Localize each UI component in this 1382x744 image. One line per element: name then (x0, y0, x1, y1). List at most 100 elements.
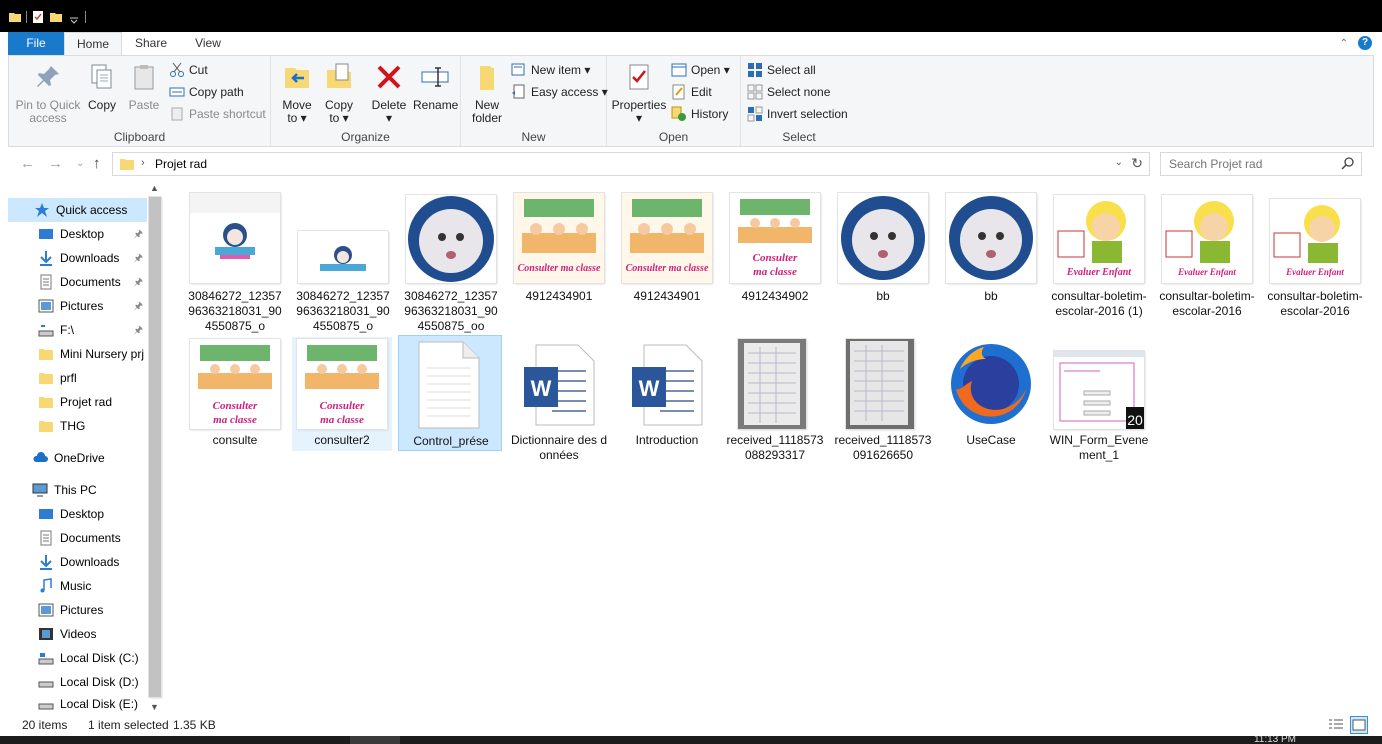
nav-pc-disk-c[interactable]: Local Disk (C:) (8, 646, 147, 670)
file-item[interactable]: 30846272_1235796363218031_904550875_o (185, 187, 285, 337)
file-item[interactable]: Evaluer Enfant consultar-boletim-escolar… (1265, 187, 1365, 337)
file-item-selected[interactable]: Control_prése (398, 335, 502, 451)
nav-qa-documents[interactable]: Documents 🖈 (8, 270, 147, 294)
forward-arrow-icon[interactable]: → (48, 155, 63, 172)
up-arrow-icon[interactable]: ↑ (93, 155, 101, 172)
nav-scrollbar[interactable]: ▲ ▼ (147, 181, 163, 714)
taskbar-active-app[interactable] (350, 736, 400, 744)
folder-icon (39, 397, 53, 408)
nav-qa-downloads[interactable]: Downloads 🖈 (8, 246, 147, 270)
baby-face-thumbnail (946, 193, 1036, 283)
nav-onedrive[interactable]: OneDrive (8, 446, 147, 470)
collapse-ribbon-icon[interactable]: ⌃ (1340, 38, 1348, 49)
file-item[interactable]: Consulter ma classe consulter2 (292, 337, 392, 451)
nav-pc-downloads[interactable]: Downloads (8, 550, 147, 574)
file-item[interactable]: Evaluer Enfant consultar-boletim-escolar… (1157, 187, 1257, 337)
file-item[interactable]: Consulter ma classe consulte (185, 337, 285, 447)
search-box[interactable] (1160, 152, 1362, 176)
pin-icon[interactable]: 🖈 (134, 323, 143, 340)
large-icons-view-icon[interactable] (1350, 716, 1368, 734)
nav-qa-desktop[interactable]: Desktop 🖈 (8, 222, 147, 246)
tab-view[interactable]: View (180, 32, 236, 55)
customize-qat-icon[interactable] (67, 10, 81, 24)
select-all-button[interactable]: Select all (747, 60, 816, 80)
rename-button[interactable]: Rename (413, 60, 458, 112)
back-arrow-icon[interactable]: ← (20, 155, 35, 172)
pin-icon[interactable]: 🖈 (134, 227, 143, 244)
recent-dropdown-icon[interactable]: ⌄ (76, 158, 84, 169)
tab-file[interactable]: File (8, 32, 64, 55)
help-icon[interactable]: ? (1358, 36, 1372, 50)
tab-share[interactable]: Share (122, 32, 180, 55)
file-thumbnail (846, 339, 914, 429)
move-to-button[interactable]: Move to ▾ (277, 60, 317, 125)
file-item[interactable]: Evaluer Enfant consultar-boletim-escolar… (1049, 187, 1149, 337)
new-item-button[interactable]: New item ▾ (511, 60, 590, 80)
nav-qa-thg[interactable]: THG (8, 414, 147, 438)
nav-pc-videos[interactable]: Videos (8, 622, 147, 646)
copy-path-button[interactable]: Copy path (169, 82, 244, 102)
nav-pc-music[interactable]: Music (8, 574, 147, 598)
folder-icon (39, 349, 53, 360)
nav-pc-disk-d[interactable]: Local Disk (D:) (8, 670, 147, 694)
nav-qa-prfl[interactable]: prfl (8, 366, 147, 390)
edit-button[interactable]: Edit (671, 82, 712, 102)
file-item[interactable]: Consulter ma classe 4912434902 (725, 187, 825, 337)
baby-logo-thumbnail (190, 193, 280, 283)
file-item[interactable]: W Introduction (617, 337, 717, 447)
nav-this-pc[interactable]: This PC (8, 478, 147, 502)
nav-qa-pictures[interactable]: Pictures 🖈 (8, 294, 147, 318)
properties-icon[interactable] (31, 10, 45, 24)
history-button[interactable]: History (671, 104, 728, 124)
details-view-icon[interactable] (1328, 718, 1344, 732)
new-folder-button[interactable]: New folder (467, 60, 507, 125)
file-item[interactable]: 30846272_1235796363218031_904550875_o (293, 187, 393, 337)
file-item[interactable]: received_1118573091626650 (833, 337, 933, 467)
file-item[interactable]: Consulter ma classe 4912434901 (509, 187, 609, 337)
nav-pc-desktop[interactable]: Desktop (8, 502, 147, 526)
invert-selection-button[interactable]: Invert selection (747, 104, 848, 124)
easy-access-button[interactable]: Easy access ▾ (511, 82, 608, 102)
nav-qa-mini-nursery[interactable]: Mini Nursery prj (8, 342, 147, 366)
cut-button[interactable]: Cut (169, 60, 208, 80)
scroll-up-icon[interactable]: ▲ (150, 183, 159, 193)
pin-icon[interactable]: 🖈 (134, 299, 143, 316)
scroll-down-icon[interactable]: ▼ (150, 702, 159, 712)
scrollbar-thumb[interactable] (149, 197, 161, 697)
pin-icon[interactable]: 🖈 (134, 251, 143, 268)
search-input[interactable] (1169, 154, 1339, 174)
refresh-icon[interactable]: ↻ (1131, 155, 1143, 172)
nav-label: THG (60, 419, 86, 433)
file-item[interactable]: UseCase (941, 337, 1041, 447)
copy-to-button[interactable]: Copy to ▾ (319, 60, 359, 125)
breadcrumb-chevron-icon[interactable]: › (141, 157, 145, 169)
copy-button[interactable]: Copy (83, 60, 121, 112)
open-button[interactable]: Open ▾ (671, 60, 730, 80)
nav-qa-projet-rad[interactable]: Projet rad (8, 390, 147, 414)
file-item[interactable]: 20 WIN_Form_Evenement_1 (1049, 337, 1149, 467)
delete-button[interactable]: Delete ▾ (369, 60, 409, 125)
file-item[interactable]: 30846272_1235796363218031_904550875_oo (401, 187, 501, 337)
paste-shortcut-button[interactable]: Paste shortcut (169, 104, 266, 124)
file-item[interactable]: received_1118573088293317 (725, 337, 825, 467)
paste-button[interactable]: Paste (125, 60, 163, 112)
pin-quick-access-button[interactable]: Pin to Quick access (13, 60, 83, 125)
taskbar-clock[interactable]: 11:13 PM (1254, 736, 1296, 744)
select-none-button[interactable]: Select none (747, 82, 830, 102)
address-dropdown-icon[interactable]: ⌄ (1115, 157, 1123, 168)
file-item[interactable]: Consulter ma classe 4912434901 (617, 187, 717, 337)
nav-pc-disk-e[interactable]: Local Disk (E:) (8, 694, 147, 714)
tab-home[interactable]: Home (64, 32, 122, 55)
file-item[interactable]: bb (941, 187, 1041, 337)
pin-icon[interactable]: 🖈 (134, 275, 143, 292)
address-bar[interactable]: › Projet rad ⌄ ↻ (112, 152, 1150, 176)
new-folder-icon[interactable] (49, 10, 63, 24)
breadcrumb[interactable]: Projet rad (155, 157, 207, 171)
nav-pc-documents[interactable]: Documents (8, 526, 147, 550)
nav-pc-pictures[interactable]: Pictures (8, 598, 147, 622)
properties-button[interactable]: Properties ▾ (611, 60, 667, 125)
file-item[interactable]: W Dictionnaire des données (509, 337, 609, 467)
nav-quick-access[interactable]: Quick access (8, 198, 147, 222)
nav-qa-f-drive[interactable]: F:\ 🖈 (8, 318, 147, 342)
file-item[interactable]: bb (833, 187, 933, 337)
